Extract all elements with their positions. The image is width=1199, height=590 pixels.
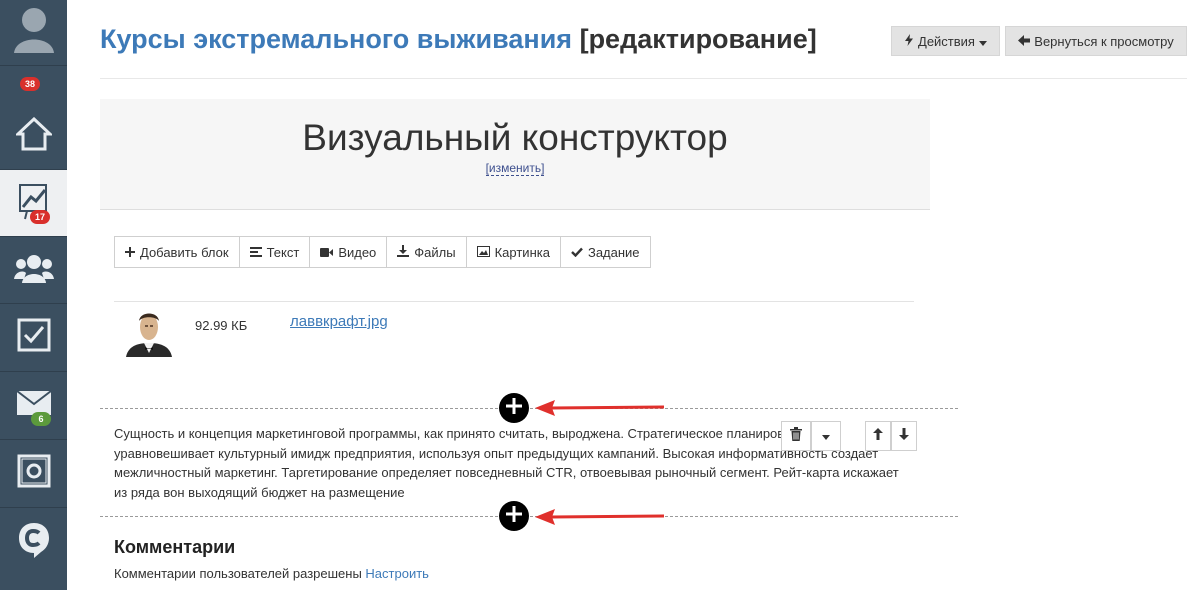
actions-button[interactable]: Действия xyxy=(891,26,1000,56)
notifications-badge: 38 xyxy=(20,77,40,91)
edit-title-link[interactable]: [изменить] xyxy=(485,161,545,176)
sidebar: 38 17 6 xyxy=(0,0,67,590)
trash-icon xyxy=(790,426,802,446)
sidebar-item-users[interactable] xyxy=(0,237,67,304)
file-divider xyxy=(114,301,914,302)
checkmark-icon xyxy=(571,245,583,260)
image-button[interactable]: Картинка xyxy=(466,237,561,267)
banner-title: Визуальный конструктор xyxy=(302,117,728,158)
actions-label: Действия xyxy=(918,33,975,49)
text-label: Текст xyxy=(266,244,300,260)
add-block-label: Добавить блок xyxy=(140,244,229,260)
text-button[interactable]: Текст xyxy=(239,237,311,267)
video-label: Видео xyxy=(338,244,377,260)
home-icon xyxy=(13,116,54,156)
safe-icon xyxy=(17,454,51,493)
checkbox-icon xyxy=(17,318,51,357)
sidebar-item-profile[interactable]: 38 xyxy=(0,0,67,91)
configure-comments-link[interactable]: Настроить xyxy=(365,566,429,581)
insert-block-button-bottom[interactable] xyxy=(499,501,529,531)
plus-icon xyxy=(125,245,135,260)
plus-icon xyxy=(506,505,522,527)
block-separator-bottom xyxy=(100,516,958,517)
tools-gap xyxy=(841,421,865,451)
course-title: Курсы экстремального выживания xyxy=(100,24,573,54)
edit-mode-label: [редактирование] xyxy=(579,24,817,54)
picture-icon xyxy=(476,245,490,260)
files-label: Файлы xyxy=(414,244,456,260)
video-button[interactable]: Видео xyxy=(310,237,388,267)
sidebar-item-tasks[interactable] xyxy=(0,304,67,372)
sidebar-item-home[interactable] xyxy=(0,103,67,170)
delete-block-button[interactable] xyxy=(781,421,811,451)
caret-down-icon xyxy=(978,34,987,49)
add-block-button[interactable]: Добавить блок xyxy=(115,237,240,267)
comments-status-text: Комментарии пользователей разрешены xyxy=(114,566,362,581)
back-label: Вернуться к просмотру xyxy=(1034,33,1174,49)
video-camera-icon xyxy=(320,245,334,260)
comments-heading: Комментарии xyxy=(114,537,236,557)
block-menu-button[interactable] xyxy=(811,421,841,451)
insert-block-button-top[interactable] xyxy=(499,393,529,423)
sidebar-item-support[interactable] xyxy=(0,508,67,576)
image-label: Картинка xyxy=(494,244,550,260)
block-toolbar: Добавить блок Текст Видео Файлы Картинка… xyxy=(114,236,651,268)
caret-down-icon xyxy=(822,427,830,445)
mail-badge: 6 xyxy=(31,412,51,426)
file-thumbnail xyxy=(124,307,174,357)
task-button[interactable]: Задание xyxy=(560,237,650,267)
annotation-arrow-top xyxy=(533,398,667,423)
analytics-badge: 17 xyxy=(30,210,50,224)
lesson-banner: Визуальный конструктор [изменить] xyxy=(100,99,930,210)
header-divider xyxy=(100,78,1187,79)
arrow-down-icon xyxy=(899,427,909,445)
align-left-icon xyxy=(249,245,262,260)
move-down-button[interactable] xyxy=(891,421,917,451)
users-icon xyxy=(13,253,54,288)
move-up-button[interactable] xyxy=(865,421,891,451)
back-to-view-button[interactable]: Вернуться к просмотру xyxy=(1005,26,1187,56)
annotation-arrow-bottom xyxy=(533,507,667,532)
arrow-up-icon xyxy=(873,427,883,445)
chat-logo-icon xyxy=(17,521,51,564)
block-tools xyxy=(781,421,917,451)
file-link[interactable]: лаввкрафт.jpg xyxy=(290,313,388,330)
bolt-icon xyxy=(904,33,914,49)
user-avatar-icon xyxy=(12,5,56,60)
files-button[interactable]: Файлы xyxy=(387,237,467,267)
block-separator-top xyxy=(100,408,958,409)
sidebar-item-mail[interactable]: 6 xyxy=(0,372,67,440)
comments-status: Комментарии пользователей разрешены Наст… xyxy=(114,566,429,581)
file-size: 92.99 КБ xyxy=(195,318,248,333)
arrow-left-icon xyxy=(1018,34,1031,49)
sidebar-item-safe[interactable] xyxy=(0,440,67,508)
sidebar-item-analytics[interactable]: 17 xyxy=(0,170,67,237)
plus-icon xyxy=(506,397,522,419)
page-title: Курсы экстремального выживания [редактир… xyxy=(100,24,817,55)
task-label: Задание xyxy=(587,244,640,260)
download-icon xyxy=(397,244,410,260)
